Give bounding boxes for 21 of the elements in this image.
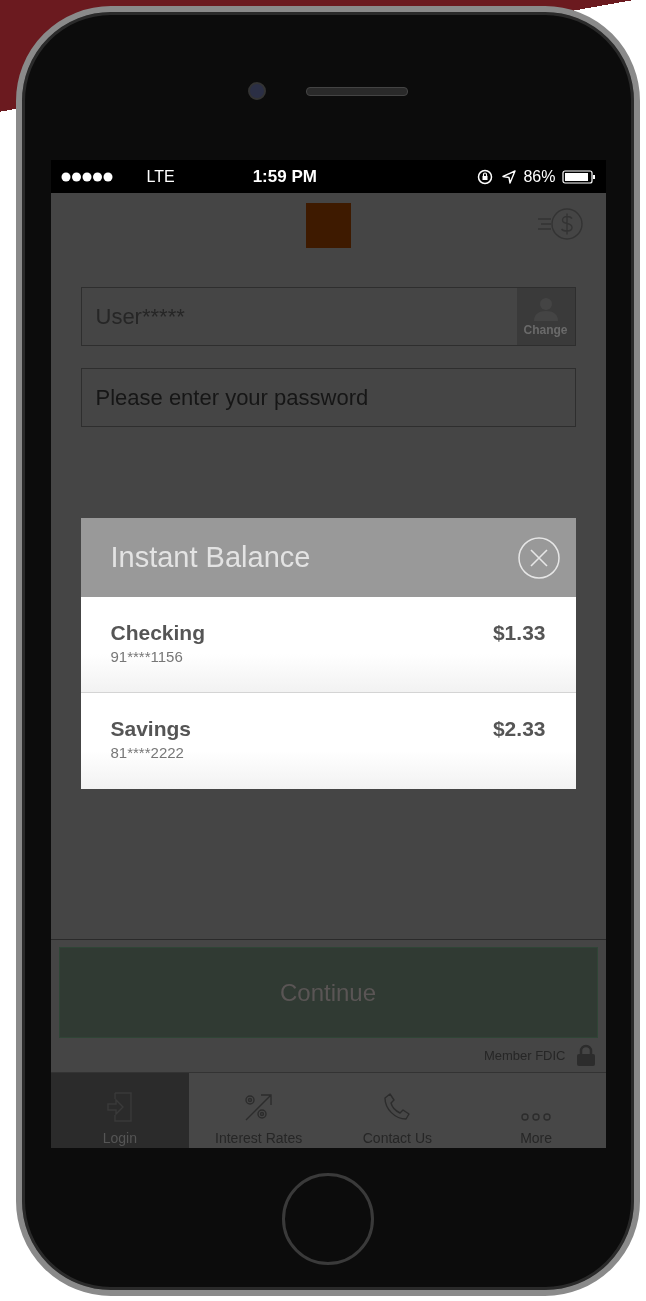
- dialog-title: Instant Balance: [110, 541, 311, 574]
- account-balance: $2.33: [492, 717, 546, 742]
- home-button[interactable]: [282, 1173, 374, 1265]
- account-balance: $1.33: [492, 621, 546, 646]
- lock-icon: [575, 1044, 596, 1066]
- clock-text: 1:59 PM: [252, 166, 317, 187]
- camera-icon: [248, 82, 266, 100]
- account-name: Savings: [110, 717, 192, 741]
- more-dots-icon: [521, 1112, 552, 1122]
- battery-percent: 86%: [523, 167, 556, 186]
- carrier-text: LTE: [146, 167, 175, 186]
- percent-arrow-icon: [243, 1092, 274, 1122]
- account-name: Checking: [110, 621, 206, 645]
- close-button[interactable]: [517, 536, 560, 579]
- logo-square: [305, 203, 351, 248]
- battery-icon: [561, 169, 596, 184]
- account-number: 91****1156: [110, 648, 184, 665]
- account-number: 81****2222: [110, 744, 185, 761]
- phone-icon: [382, 1092, 413, 1122]
- signal-icon: [60, 171, 113, 182]
- location-arrow-icon: [501, 168, 518, 185]
